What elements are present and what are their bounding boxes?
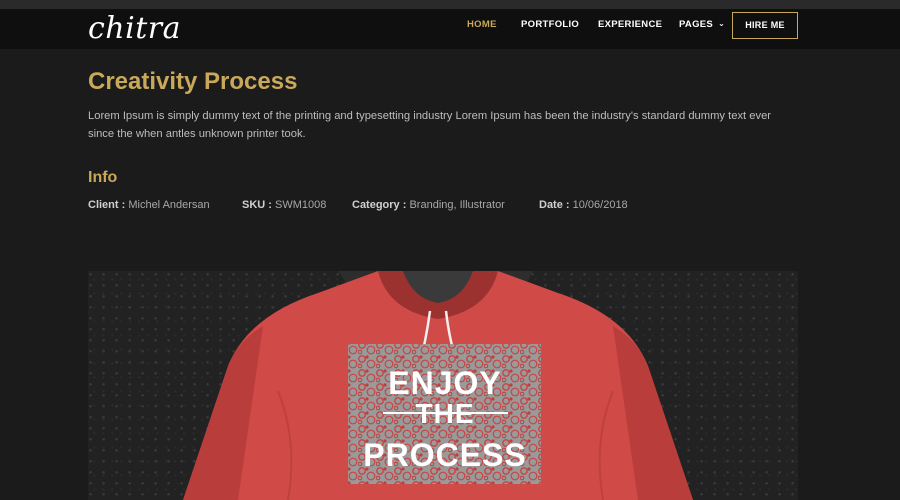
meta-date: Date : 10/06/2018: [539, 198, 628, 212]
top-strip: [0, 0, 900, 9]
meta-client-label: Client :: [88, 199, 126, 211]
nav-item-pages-label: PAGES: [679, 19, 714, 30]
meta-client-value: Michel Andersan: [128, 199, 210, 211]
meta-client: Client : Michel Andersan: [88, 198, 210, 212]
meta-sku-label: SKU :: [242, 199, 272, 211]
hero-image: ENJOY THE PROCESS: [88, 271, 798, 500]
print-line-3: PROCESS: [363, 437, 526, 473]
meta-category: Category : Branding, Illustrator: [352, 198, 505, 212]
print-line-2: THE: [416, 398, 475, 429]
meta-date-value: 10/06/2018: [572, 199, 628, 211]
meta-category-value: Branding, Illustrator: [409, 199, 505, 211]
print-line-1: ENJOY: [388, 365, 501, 401]
meta-sku-value: SWM1008: [275, 199, 327, 211]
meta-category-label: Category :: [352, 199, 407, 211]
meta-sku: SKU : SWM1008: [242, 198, 326, 212]
nav-item-portfolio[interactable]: PORTFOLIO: [521, 19, 579, 31]
hire-me-button[interactable]: HIRE ME: [732, 12, 798, 39]
nav-item-experience[interactable]: EXPERIENCE: [598, 19, 662, 31]
hoodie-illustration: ENJOY THE PROCESS: [183, 271, 693, 500]
page-title: Creativity Process: [88, 68, 298, 95]
nav-item-home[interactable]: HOME: [467, 19, 497, 31]
chevron-down-icon: ⌄: [718, 19, 726, 28]
project-description: Lorem Ipsum is simply dummy text of the …: [88, 110, 772, 140]
info-heading: Info: [88, 169, 118, 186]
meta-date-label: Date :: [539, 199, 570, 211]
nav-item-pages[interactable]: PAGES ⌄: [679, 19, 725, 31]
navbar: chitra HOME PORTFOLIO EXPERIENCE PAGES ⌄ …: [0, 9, 900, 49]
